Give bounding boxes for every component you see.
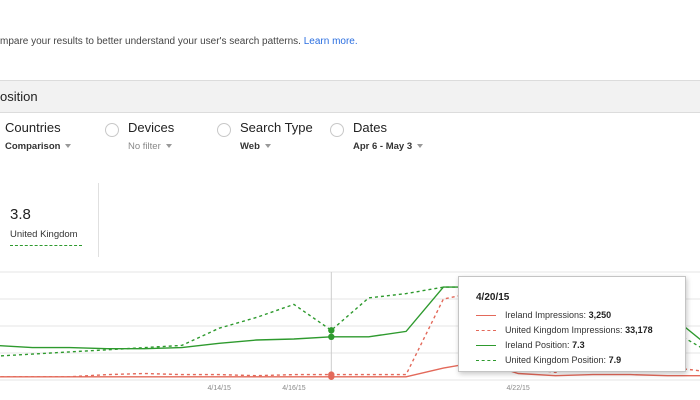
radio-button[interactable] [330, 123, 344, 137]
legend-swatch [476, 330, 496, 332]
learn-more-link[interactable]: Learn more. [304, 36, 358, 47]
tooltip-row: Ireland Position: 7.3 [476, 340, 585, 350]
x-tick-label: 4/14/15 [208, 385, 231, 392]
hover-point [328, 333, 335, 340]
legend-swatch [476, 315, 496, 317]
tooltip-row: Ireland Impressions: 3,250 [476, 310, 611, 320]
chevron-down-icon [65, 144, 72, 149]
x-tick-label: 4/22/15 [506, 385, 529, 392]
tooltip-row: United Kingdom Impressions: 33,178 [476, 325, 653, 335]
x-tick-label: 4/16/15 [282, 385, 305, 392]
filter-dates-value[interactable]: Apr 6 - May 3 [353, 141, 424, 152]
legend-swatch [476, 360, 496, 362]
filter-countries-value[interactable]: Comparison [5, 141, 72, 152]
filter-search-type-value[interactable]: Web [240, 141, 271, 152]
radio-button[interactable] [217, 123, 231, 137]
filter-devices-title: Devices [128, 120, 175, 135]
filter-devices-value[interactable]: No filter [128, 141, 172, 152]
chevron-down-icon [165, 144, 172, 149]
radio-button[interactable] [105, 123, 119, 137]
metric-value: 3.8 [10, 206, 31, 223]
metric-section-bar: osition [0, 80, 700, 113]
section-bar-label: osition [0, 89, 38, 104]
filter-dates-title: Dates [353, 120, 387, 135]
chevron-down-icon [264, 144, 271, 149]
metric-label: United Kingdom [10, 229, 78, 240]
filter-search-type-title: Search Type [240, 120, 313, 135]
chart-tooltip: 4/20/15 Ireland Impressions: 3,250 Unite… [458, 276, 686, 372]
intro-description: mpare your results to better understand … [0, 36, 301, 47]
hover-point [328, 327, 335, 334]
series-line-swatch [10, 245, 82, 246]
hover-point [328, 371, 335, 378]
chevron-down-icon [417, 144, 424, 149]
tooltip-row: United Kingdom Position: 7.9 [476, 355, 621, 365]
intro-text: mpare your results to better understand … [0, 36, 358, 47]
legend-swatch [476, 345, 496, 347]
tooltip-date: 4/20/15 [476, 292, 510, 303]
metric-card-uk[interactable]: 3.8 United Kingdom [0, 183, 99, 257]
filter-countries-title: Countries [5, 120, 61, 135]
